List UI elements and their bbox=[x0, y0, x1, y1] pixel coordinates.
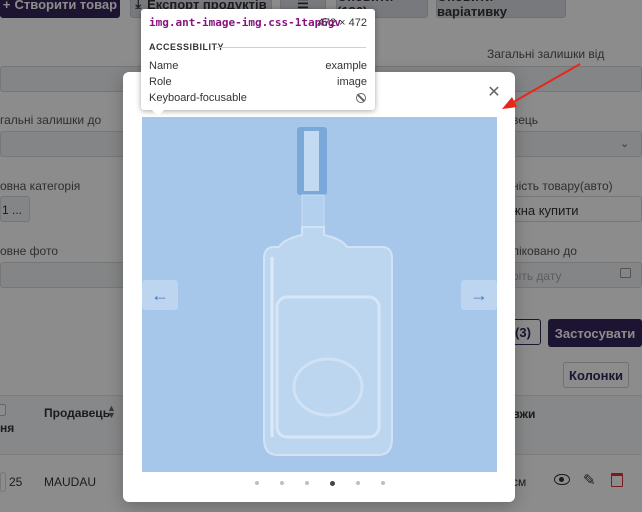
annotation-arrow-head bbox=[502, 97, 517, 109]
annotation-arrow-shaft bbox=[509, 63, 581, 105]
annotation-arrow bbox=[502, 63, 581, 109]
